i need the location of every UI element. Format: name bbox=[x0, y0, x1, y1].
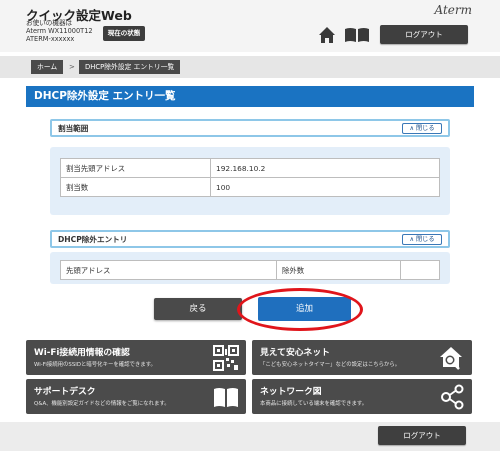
allocation-table: 割当先頭アドレス 192.168.10.2 割当数 100 bbox=[60, 158, 440, 197]
chevron-up-icon: ∧ bbox=[409, 236, 414, 243]
exclusion-col-count: 除外数 bbox=[276, 260, 401, 280]
card-title: ネットワーク図 bbox=[260, 387, 322, 397]
device-caption: お使いの機器は bbox=[26, 19, 73, 27]
exclusion-col-start: 先頭アドレス bbox=[60, 260, 277, 280]
exclusion-close-button[interactable]: ∧ 閉じる bbox=[402, 234, 442, 245]
exclusion-close-label: 閉じる bbox=[415, 236, 435, 243]
manual-book-icon[interactable] bbox=[344, 27, 370, 43]
card-subtitle: Q&A、機能別設定ガイドなどの情報をご覧になれます。 bbox=[34, 401, 170, 407]
device-name: ATERM-xxxxxx bbox=[26, 35, 75, 43]
allocation-section-title: 割当範囲 bbox=[58, 124, 89, 133]
logout-button-top[interactable]: ログアウト bbox=[380, 25, 468, 44]
card-title: サポートデスク bbox=[34, 387, 96, 397]
exclusion-section-header: DHCP除外エントリ ∧ 閉じる bbox=[50, 230, 450, 248]
card-subtitle: 本商品に接続している端末を確認できます。 bbox=[260, 401, 368, 407]
card-title: 見えて安心ネット bbox=[260, 348, 330, 358]
book-icon bbox=[214, 388, 238, 407]
highlight-ring bbox=[237, 288, 363, 331]
breadcrumb: ホーム > DHCP除外設定 エントリ一覧 bbox=[0, 56, 500, 78]
exclusion-col-extra bbox=[400, 260, 440, 280]
brand-logo: Aterm bbox=[434, 3, 473, 17]
card-subtitle: 「こども安心ネットタイマー」などの設定はこちらから。 bbox=[260, 362, 401, 368]
card-network-map[interactable]: ネットワーク図 本商品に接続している端末を確認できます。 bbox=[252, 379, 472, 414]
exclusion-table: 先頭アドレス 除外数 bbox=[60, 260, 440, 280]
table-header-row: 先頭アドレス 除外数 bbox=[60, 260, 440, 280]
allocation-section-header: 割当範囲 ∧ 閉じる bbox=[50, 119, 450, 137]
allocation-start-value: 192.168.10.2 bbox=[210, 158, 440, 178]
page-title: DHCP除外設定 エントリ一覧 bbox=[26, 86, 474, 107]
header-bar: クイック設定Web お使いの機器は Aterm WX11000T12 ATERM… bbox=[0, 0, 500, 52]
back-button[interactable]: 戻る bbox=[154, 298, 242, 320]
logout-button-bottom[interactable]: ログアウト bbox=[378, 426, 466, 445]
house-search-icon bbox=[440, 347, 462, 370]
breadcrumb-separator: > bbox=[69, 63, 75, 71]
allocation-count-value: 100 bbox=[210, 177, 440, 197]
table-row: 割当数 100 bbox=[60, 177, 440, 197]
home-icon[interactable] bbox=[318, 26, 336, 44]
breadcrumb-home[interactable]: ホーム bbox=[31, 60, 64, 74]
card-wifi-info[interactable]: Wi-Fi接続用情報の確認 Wi-Fi接続用のSSIDと暗号化キーを確認できます… bbox=[26, 340, 246, 375]
card-support-desk[interactable]: サポートデスク Q&A、機能別設定ガイドなどの情報をご覧になれます。 bbox=[26, 379, 246, 414]
current-status-button[interactable]: 現在の状態 bbox=[103, 26, 145, 41]
allocation-count-label: 割当数 bbox=[60, 177, 211, 197]
exclusion-section-title: DHCP除外エントリ bbox=[58, 235, 128, 244]
card-mieru-anshin[interactable]: 見えて安心ネット 「こども安心ネットタイマー」などの設定はこちらから。 bbox=[252, 340, 472, 375]
breadcrumb-current: DHCP除外設定 エントリ一覧 bbox=[79, 60, 181, 74]
allocation-close-button[interactable]: ∧ 閉じる bbox=[402, 123, 442, 134]
allocation-start-label: 割当先頭アドレス bbox=[60, 158, 211, 178]
allocation-close-label: 閉じる bbox=[415, 125, 435, 132]
table-row: 割当先頭アドレス 192.168.10.2 bbox=[60, 158, 440, 178]
card-title: Wi-Fi接続用情報の確認 bbox=[34, 348, 130, 358]
qr-code-icon bbox=[213, 345, 239, 371]
network-icon bbox=[441, 384, 464, 410]
device-model: Aterm WX11000T12 bbox=[26, 27, 93, 35]
chevron-up-icon: ∧ bbox=[409, 125, 414, 132]
card-subtitle: Wi-Fi接続用のSSIDと暗号化キーを確認できます。 bbox=[34, 362, 156, 368]
